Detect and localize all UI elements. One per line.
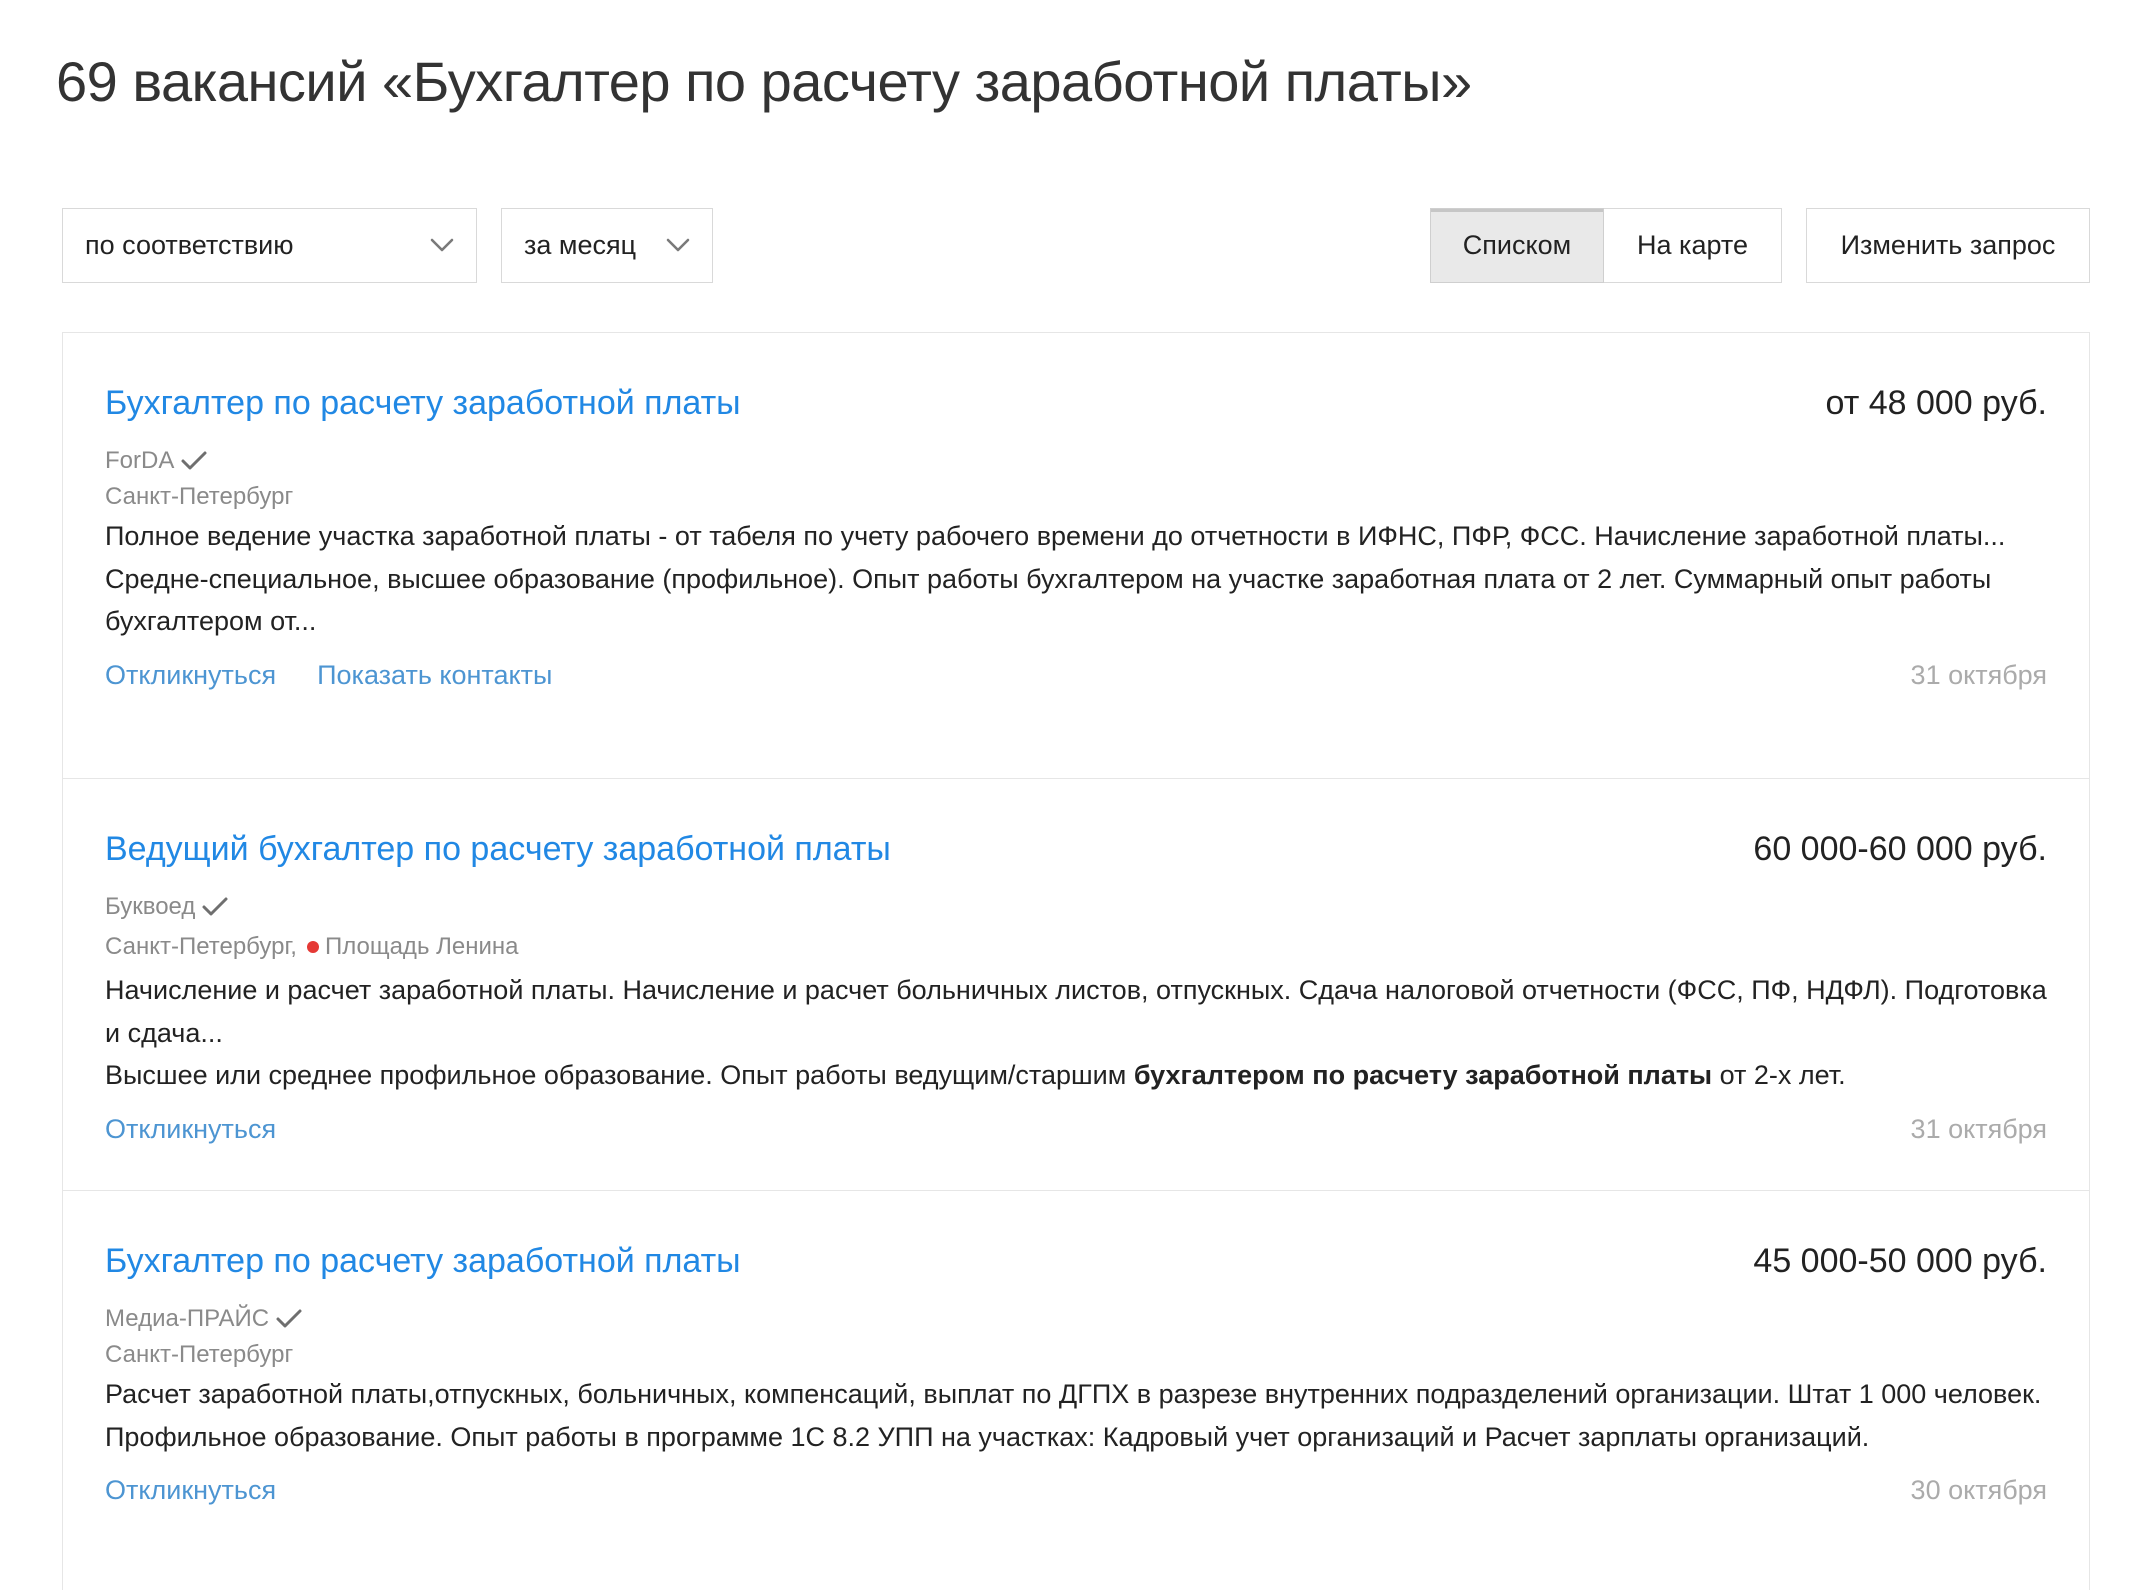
map-view-button[interactable]: На карте xyxy=(1604,208,1782,283)
vacancy-date: 30 октября xyxy=(1910,1475,2047,1505)
vacancy-date: 31 октября xyxy=(1910,659,2047,690)
vacancy-description: Расчет заработной платы,отпускных, больн… xyxy=(105,1379,2042,1409)
show-contacts-link[interactable]: Показать контакты xyxy=(317,655,552,695)
verified-check-icon xyxy=(275,1308,303,1330)
vacancy-card: Бухгалтер по расчету заработной платы 45… xyxy=(63,1191,2089,1590)
vacancy-title-link[interactable]: Ведущий бухгалтер по расчету заработной … xyxy=(105,827,891,871)
respond-link[interactable]: Откликнуться xyxy=(105,1109,276,1149)
metro-station: Площадь Ленина xyxy=(324,933,519,960)
vacancy-requirements: Профильное образование. Опыт работы в пр… xyxy=(105,1416,2047,1459)
page-title: 69 вакансий «Бухгалтер по расчету зарабо… xyxy=(56,50,1472,113)
vacancy-card: Бухгалтер по расчету заработной платы от… xyxy=(63,333,2089,779)
company-row: Медиа-ПРАЙС xyxy=(105,1301,2047,1337)
company-name[interactable]: Буквоед xyxy=(105,889,195,925)
vacancy-requirements: Средне-специальное, высшее образование (… xyxy=(105,558,2047,643)
requirements-highlight: бухгалтером по расчету заработной платы xyxy=(1133,1060,1713,1090)
vacancy-title-link[interactable]: Бухгалтер по расчету заработной платы xyxy=(105,1239,741,1283)
verified-check-icon xyxy=(180,450,208,472)
vacancy-date: 31 октября xyxy=(1910,1113,2047,1144)
period-select-value: за месяц xyxy=(524,230,637,260)
actions-row: Откликнуться 30 октября xyxy=(105,1470,2047,1510)
location-row: Санкт-Петербург, Площадь Ленина xyxy=(105,925,2047,969)
company-row: ForDA xyxy=(105,443,2047,479)
respond-link[interactable]: Откликнуться xyxy=(105,655,276,695)
company-name[interactable]: ForDA xyxy=(105,443,174,479)
requirements-text: Средне-специальное, высшее образование (… xyxy=(105,563,1992,637)
requirements-text: от 2-х лет. xyxy=(1712,1060,1846,1090)
vacancy-salary: от 48 000 руб. xyxy=(1825,384,2047,422)
period-select[interactable]: за месяц xyxy=(501,208,713,283)
location-row: Санкт-Петербург xyxy=(105,479,2047,515)
metro-line-icon xyxy=(306,941,319,953)
requirements-text: Профильное образование. Опыт работы в пр… xyxy=(105,1421,1870,1452)
verified-check-icon xyxy=(201,896,229,918)
requirements-text: Высшее или среднее профильное образовани… xyxy=(105,1060,1134,1090)
list-view-button[interactable]: Списком xyxy=(1430,208,1604,283)
vacancy-title-link[interactable]: Бухгалтер по расчету заработной платы xyxy=(105,381,741,425)
location-city: Санкт-Петербург xyxy=(105,483,294,510)
vacancy-description: Начисление и расчет заработной платы. На… xyxy=(105,975,2047,1048)
actions-row: Откликнуться 31 октября xyxy=(105,1109,2047,1149)
actions-row: Откликнуться Показать контакты 31 октябр… xyxy=(105,655,2047,695)
vacancy-card: Ведущий бухгалтер по расчету заработной … xyxy=(63,779,2089,1191)
vacancy-description: Полное ведение участка заработной платы … xyxy=(105,521,2006,551)
edit-query-button[interactable]: Изменить запрос xyxy=(1806,208,2090,283)
respond-link[interactable]: Откликнуться xyxy=(105,1470,276,1510)
sort-select-value: по соответствию xyxy=(85,230,294,260)
vacancy-salary: 60 000-60 000 руб. xyxy=(1753,830,2047,868)
chevron-down-icon xyxy=(666,238,690,253)
location-city: Санкт-Петербург, xyxy=(105,933,297,960)
company-name[interactable]: Медиа-ПРАЙС xyxy=(105,1301,269,1337)
vacancy-requirements: Высшее или среднее профильное образовани… xyxy=(105,1054,2047,1097)
location-city: Санкт-Петербург xyxy=(105,1341,294,1368)
company-row: Буквоед xyxy=(105,889,2047,925)
filters-bar: по соответствию за месяц Списком На карт… xyxy=(62,208,2090,283)
location-row: Санкт-Петербург xyxy=(105,1337,2047,1373)
chevron-down-icon xyxy=(430,238,454,253)
vacancy-list: Бухгалтер по расчету заработной платы от… xyxy=(62,332,2090,1590)
sort-select[interactable]: по соответствию xyxy=(62,208,477,283)
vacancy-salary: 45 000-50 000 руб. xyxy=(1753,1242,2047,1280)
view-toggle: Списком На карте xyxy=(1430,208,1782,283)
